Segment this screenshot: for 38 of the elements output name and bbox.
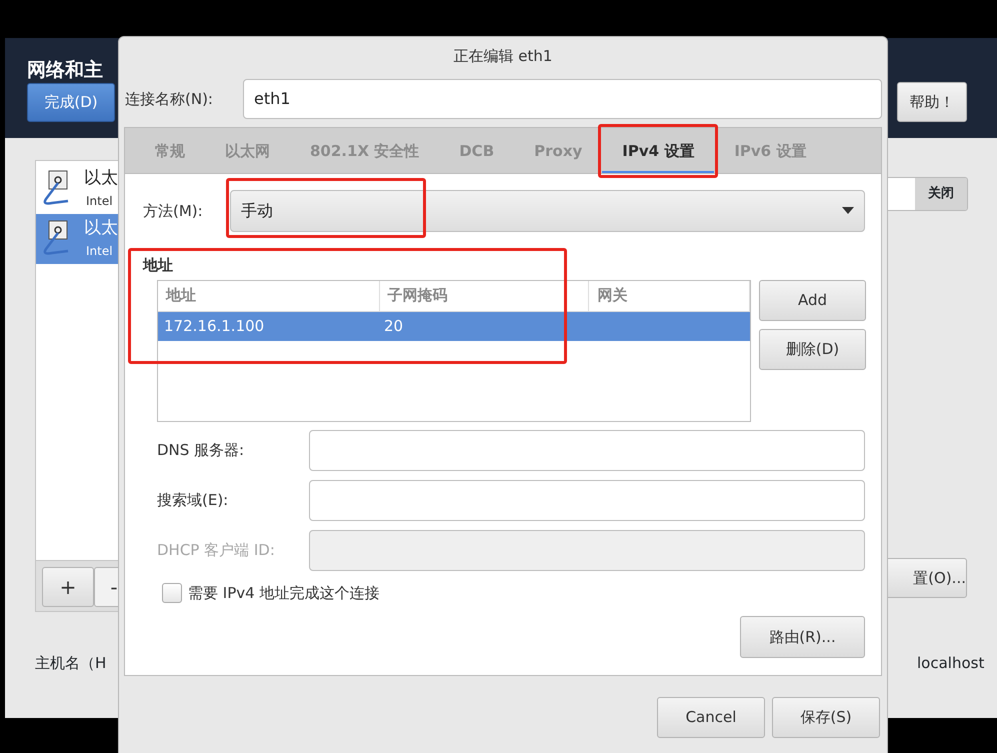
tab[interactable]: IPv4 设置 [602, 128, 714, 174]
column-header[interactable]: 地址 [158, 280, 380, 310]
add-connection-button[interactable]: + [42, 567, 94, 607]
column-header[interactable]: 网关 [589, 280, 750, 310]
table-cell-text: 172.16.1.100 [163, 316, 266, 337]
field-label: DNS 服务器: [157, 440, 246, 461]
done-button[interactable]: 完成(D) [27, 83, 115, 122]
method-label: 方法(M): [143, 200, 204, 222]
connection-name: 以太 [84, 217, 118, 240]
method-value: 手动 [241, 200, 273, 222]
field-label: 搜索域(E): [157, 490, 230, 511]
connection-name-field[interactable]: eth1 [243, 79, 882, 119]
add-button[interactable]: Add [759, 280, 866, 320]
dialog-title: 正在编辑 eth1 [452, 46, 554, 67]
table-cell-text: 20 [383, 316, 404, 337]
connection-device: Intel [86, 243, 113, 260]
connection-name-label: 连接名称(N): [125, 88, 214, 110]
hostname-value: localhost [917, 653, 984, 674]
checkbox[interactable] [162, 582, 182, 603]
window-title: 网络和主 [27, 58, 103, 83]
method-dropdown[interactable]: 手动 [230, 190, 865, 232]
checkbox-label: 需要 IPv4 地址完成这个连接 [188, 582, 380, 604]
input-field[interactable] [309, 480, 865, 520]
hostname-label: 主机名（H [35, 653, 106, 674]
delete-button[interactable]: 删除(D) [759, 328, 866, 370]
dialog-button[interactable]: 保存(S) [772, 697, 880, 738]
connection-device: Intel [86, 193, 113, 210]
input-field[interactable] [309, 430, 865, 470]
connection-name: 以太 [84, 167, 118, 190]
switch-label: 关闭 [915, 178, 967, 210]
help-button[interactable]: 帮助！ [897, 82, 967, 122]
field-label: DHCP 客户端 ID: [157, 540, 276, 561]
routes-button[interactable]: 路由(R)... [740, 616, 865, 658]
address-section-label: 地址 [143, 255, 174, 276]
column-header[interactable]: 子网掩码 [380, 280, 590, 310]
dropdown-caret-icon [842, 207, 854, 215]
dialog-button[interactable]: Cancel [657, 697, 765, 738]
connection-item[interactable]: 以太 Intel [36, 164, 126, 214]
